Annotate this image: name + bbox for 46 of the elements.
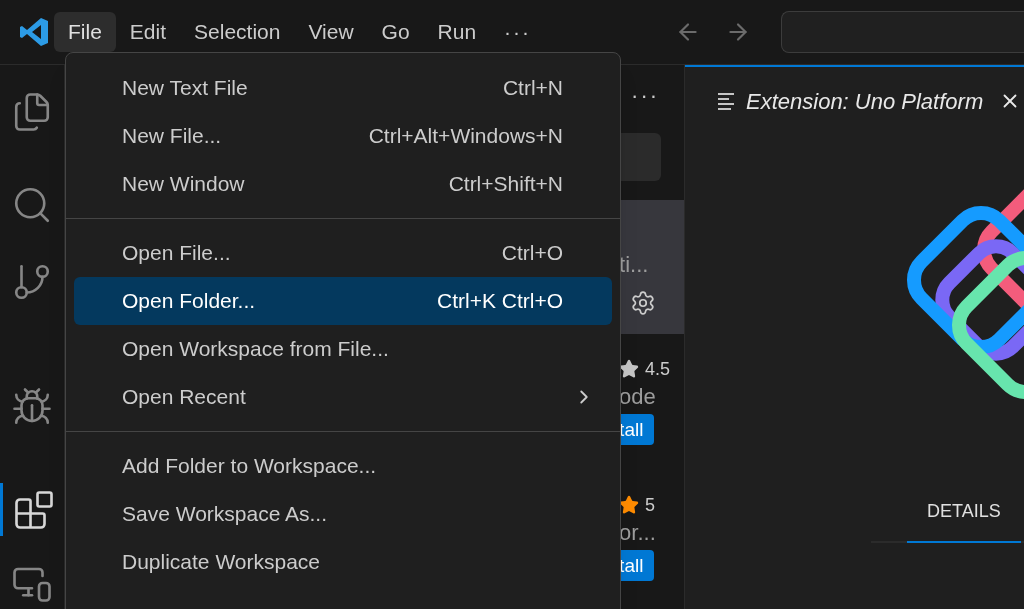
option-label: New Window (122, 171, 245, 198)
shortcut-text: Ctrl+Alt+Windows+N (368, 123, 563, 150)
option-label: New Text File (122, 75, 248, 102)
rating-text: 5 (645, 493, 656, 517)
shortcut-text: Ctrl+K Ctrl+O (436, 288, 563, 315)
blocks-icon (12, 488, 55, 531)
menu-item[interactable]: Edit (115, 12, 181, 52)
option-label: Open Folder... (122, 288, 256, 315)
option-label: Open Workspace from File... (122, 336, 389, 363)
menu-item[interactable]: Go (367, 12, 424, 52)
preview-lines-icon (718, 92, 736, 110)
details-tab[interactable]: DETAILS (907, 498, 1021, 543)
option-label: Save Workspace As... (122, 501, 328, 528)
rating-text: 4.5 (645, 357, 671, 381)
menu-option[interactable]: New Window Ctrl+Shift+N (74, 160, 612, 208)
tab-title: Extension: Uno Platform (746, 87, 984, 116)
menu-option[interactable]: Duplicate Workspace (74, 538, 612, 586)
menu-option[interactable]: New Text File Ctrl+N (74, 64, 612, 112)
extension-name: ode (619, 383, 657, 411)
extension-list-item[interactable]: ti... (619, 200, 684, 334)
menu-item[interactable]: Selection (180, 12, 295, 52)
extension-name: ti... (619, 251, 650, 279)
shortcut-text: Ctrl+O (501, 240, 563, 267)
menu-item[interactable]: Run (423, 12, 491, 52)
menu-item[interactable]: File (54, 12, 116, 52)
settings-icon[interactable] (630, 290, 657, 316)
search-field[interactable] (619, 133, 662, 181)
option-label: Add Folder to Workspace... (122, 453, 377, 480)
option-label: New File... (122, 123, 222, 150)
shortcut-text: Ctrl+N (502, 75, 563, 102)
menu-option[interactable]: Add Folder to Workspace... (74, 442, 612, 490)
menu-option[interactable]: Open Recent (74, 373, 612, 421)
menu-item[interactable]: View (294, 12, 368, 52)
menu-option[interactable]: Open Folder... Ctrl+K Ctrl+O (74, 277, 612, 325)
option-label: Duplicate Workspace (122, 549, 321, 576)
menu-option[interactable]: Open File... Ctrl+O (74, 229, 612, 277)
menu-option[interactable]: Open Workspace from File... (74, 325, 612, 373)
command-search-field[interactable] (781, 11, 1024, 53)
shortcut-text: Ctrl+Shift+N (448, 171, 563, 198)
more-actions-button[interactable]: ··· (631, 85, 684, 107)
app-logo-icon (18, 16, 50, 48)
menu-option[interactable]: New File... Ctrl+Alt+Windows+N (74, 112, 612, 160)
menu-option[interactable]: Save Workspace As... (74, 490, 612, 538)
option-label: Open Recent (122, 384, 246, 411)
option-label: Open File... (122, 240, 231, 267)
more-menu-button[interactable]: ··· (490, 12, 546, 52)
